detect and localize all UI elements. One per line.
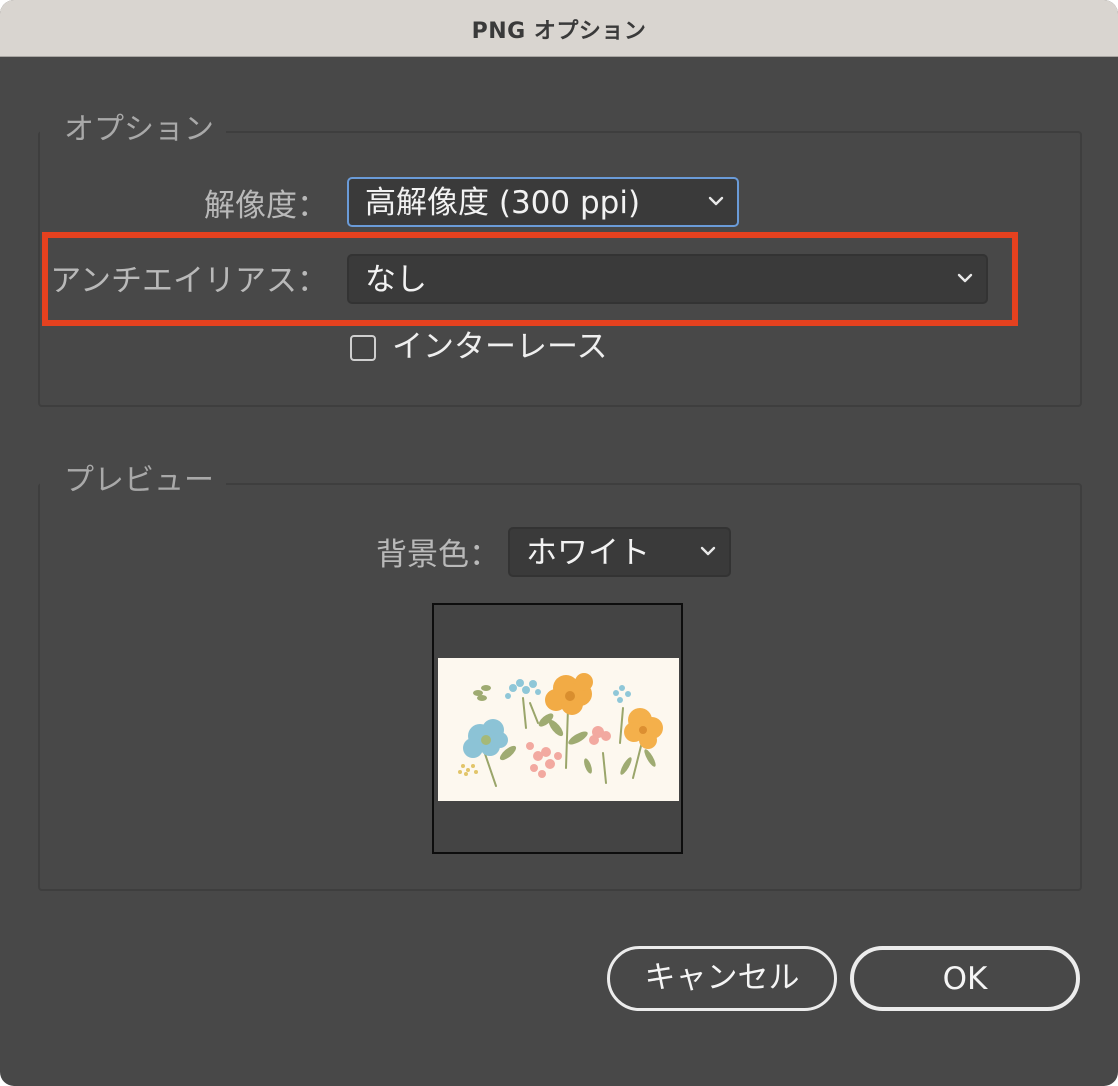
options-legend: オプション bbox=[40, 112, 226, 148]
png-options-dialog: PNG オプション オプション 解像度： 高解像度 (300 ppi) アンチエ… bbox=[0, 0, 1118, 1086]
resolution-value: 高解像度 (300 ppi) bbox=[365, 185, 641, 221]
ok-button[interactable]: OK bbox=[850, 946, 1080, 1011]
resolution-label: 解像度： bbox=[204, 188, 328, 224]
dialog-title: PNG オプション bbox=[471, 19, 647, 44]
background-color-value: ホワイト bbox=[526, 535, 650, 571]
title-bar[interactable]: PNG オプション bbox=[0, 0, 1118, 57]
interlace-checkbox[interactable] bbox=[350, 335, 376, 361]
antialias-highlight-box bbox=[42, 232, 1018, 326]
background-color-label: 背景色： bbox=[376, 537, 500, 573]
cancel-button[interactable]: キャンセル bbox=[607, 946, 837, 1011]
floral-preview-image bbox=[438, 658, 679, 801]
preview-legend: プレビュー bbox=[40, 463, 226, 499]
background-color-select[interactable]: ホワイト bbox=[508, 527, 731, 577]
resolution-select[interactable]: 高解像度 (300 ppi) bbox=[347, 177, 739, 227]
chevron-down-icon bbox=[708, 196, 724, 206]
preview-frame bbox=[432, 603, 683, 854]
interlace-label[interactable]: インターレース bbox=[392, 326, 607, 368]
chevron-down-icon bbox=[700, 546, 716, 556]
